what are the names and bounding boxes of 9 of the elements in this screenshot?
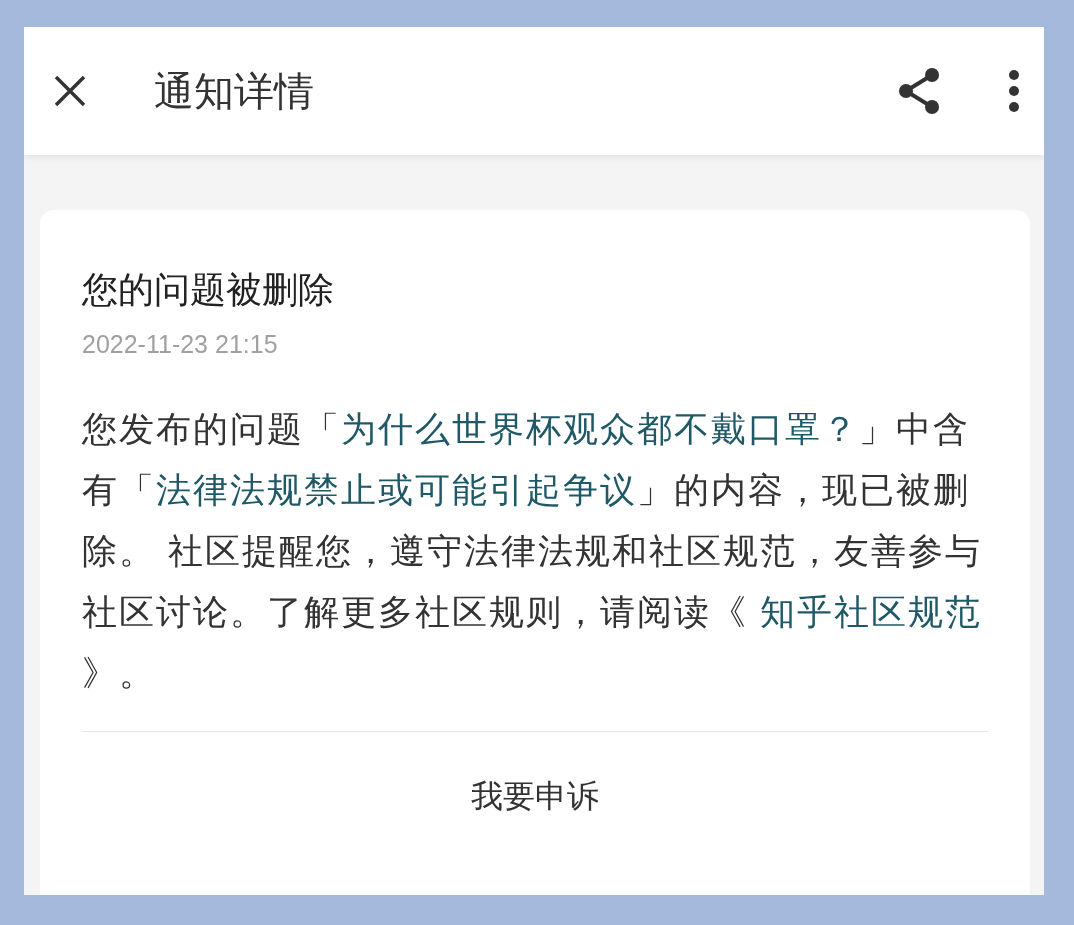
share-icon[interactable]: [896, 66, 942, 116]
appeal-button[interactable]: 我要申诉: [471, 776, 599, 816]
notice-time: 2022-11-23 21:15: [82, 329, 279, 360]
more-icon[interactable]: [1008, 69, 1020, 113]
page-title: 通知详情: [154, 68, 314, 115]
close-icon[interactable]: [52, 73, 88, 109]
notice-message: 您发布的问题「为什么世界杯观众都不戴口罩？」中含有「法律法规禁止或可能引起争议」的内容，现已被删除。 社区提醒您，遵守法律法规和社区规范，友善参与社区讨论。了解更多社区规则，请阅读《 知乎社区规范 》。: [82, 408, 982, 694]
link[interactable]: 知乎社区规范: [759, 592, 982, 631]
notice-title: 您的问题被删除: [82, 268, 335, 312]
